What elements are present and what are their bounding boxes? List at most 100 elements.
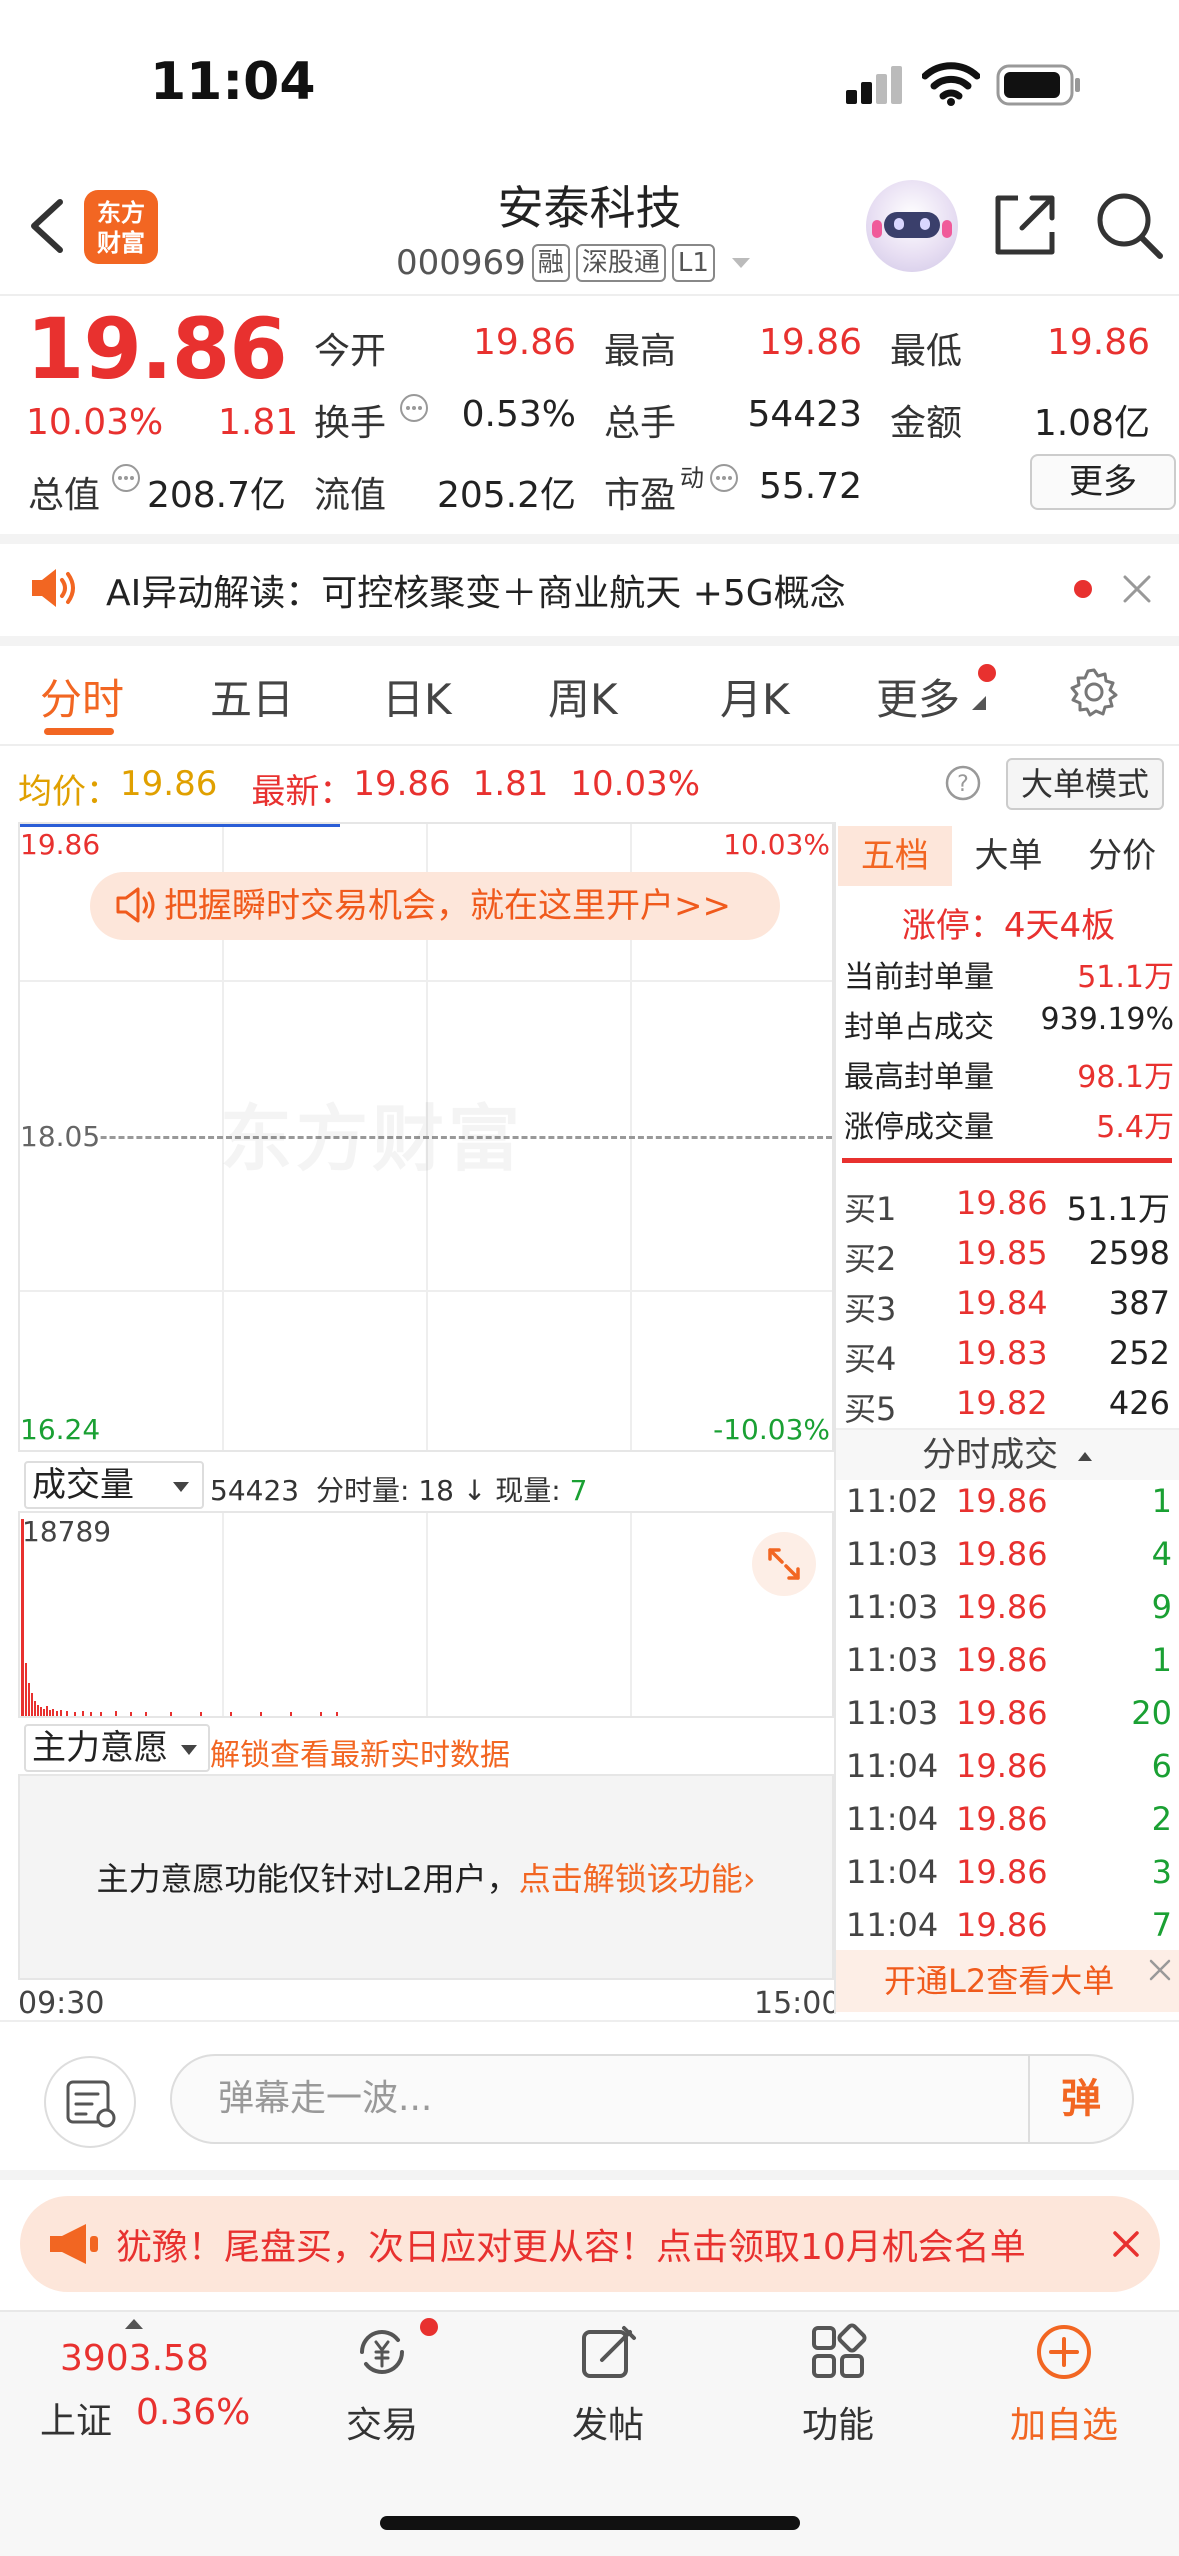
time-axis-end: 15:00 <box>754 1986 841 2021</box>
big-order-mode-button[interactable]: 大单模式 <box>1006 758 1164 810</box>
stock-code-row[interactable]: 000969 融 深股通 L1 <box>396 238 753 288</box>
tab-intraday[interactable]: 分时 <box>40 666 124 727</box>
chart-grid-line <box>20 980 832 982</box>
tab-level5[interactable]: 五档 <box>838 826 952 886</box>
connect-tag: 深股通 <box>575 244 666 282</box>
main-force-lock-panel: 主力意愿功能仅针对L2用户，点击解锁该功能› <box>18 1776 834 1980</box>
indicator-select[interactable]: 成交量 <box>24 1461 204 1509</box>
trade-price: 19.86 <box>956 1535 1048 1573</box>
seal-row: 涨停成交量 5.4万 <box>844 1102 1174 1146</box>
change-percent: 10.03% <box>26 402 164 443</box>
tab-monthly-k[interactable]: 月K <box>720 666 790 727</box>
ob-label: 买4 <box>844 1340 897 1378</box>
latest-value: 19.86 <box>353 764 451 804</box>
section-gap <box>0 2170 1179 2180</box>
robot-assistant-icon[interactable] <box>866 180 958 272</box>
seal-label: 最高封单量 <box>844 1060 994 1095</box>
expand-chart-button[interactable] <box>752 1532 816 1596</box>
help-icon[interactable]: ? <box>944 764 982 802</box>
l2-promo-banner[interactable]: 开通L2查看大单 <box>836 1950 1179 2012</box>
l2-promo-close-icon[interactable] <box>1146 1956 1174 1984</box>
post-icon[interactable] <box>578 2322 638 2382</box>
tab-more[interactable]: 更多 <box>876 666 960 727</box>
home-indicator[interactable] <box>380 2516 800 2530</box>
volume-bars <box>21 1519 338 1716</box>
trade-price: 19.86 <box>956 1853 1048 1891</box>
chart-mid-price: 18.05 <box>20 1120 101 1153</box>
chevron-right-icon: › <box>742 1860 756 1898</box>
dropdown-triangle-icon <box>181 1745 197 1755</box>
volume-header: 成交量 54423 分时量: 18 ↓ 现量: 7 <box>18 1455 834 1513</box>
pe-info-icon[interactable] <box>708 462 740 494</box>
main-force-select[interactable]: 主力意愿 <box>24 1724 210 1772</box>
add-watchlist-icon[interactable] <box>1034 2322 1094 2382</box>
trade-qty: 6 <box>1151 1747 1172 1785</box>
trades-title[interactable]: 分时成交 <box>836 1430 1179 1480</box>
tab-more-dot <box>978 664 996 682</box>
tab-price-dist[interactable]: 分价 <box>1065 826 1179 886</box>
trade-price: 19.86 <box>956 1588 1048 1626</box>
trade-qty: 1 <box>1151 1641 1172 1679</box>
ai-insight-text[interactable]: AI异动解读：可控核聚变＋商业航天 +5G概念 <box>106 564 846 616</box>
ad-banner[interactable]: 犹豫！尾盘买，次日应对更从容！点击领取10月机会名单 <box>20 2196 1160 2292</box>
nav-functions-label[interactable]: 功能 <box>738 2396 938 2448</box>
battery-icon <box>996 64 1080 106</box>
intraday-info-line: 均价： 19.86 最新： 19.86 1.81 10.03% <box>18 764 700 813</box>
functions-grid-icon[interactable] <box>808 2322 868 2382</box>
ob-qty: 2598 <box>1088 1234 1170 1272</box>
cellular-signal-icon <box>846 64 902 104</box>
nav-trade-label[interactable]: 交易 <box>282 2396 482 2448</box>
trade-qty: 4 <box>1151 1535 1172 1573</box>
trade-icon[interactable] <box>350 2322 414 2382</box>
pe-label: 市盈 <box>604 475 677 516</box>
trade-price: 19.86 <box>956 1641 1048 1679</box>
nav-post-label[interactable]: 发帖 <box>508 2396 708 2448</box>
open-account-promo[interactable]: 把握瞬时交易机会，就在这里开户>> <box>90 872 780 940</box>
tab-big-orders[interactable]: 大单 <box>952 826 1066 886</box>
ai-close-icon[interactable] <box>1120 572 1154 606</box>
ob-label: 买3 <box>844 1290 897 1328</box>
index-name[interactable]: 上证 <box>40 2392 112 2444</box>
tab-weekly-k[interactable]: 周K <box>548 666 618 727</box>
more-quote-button[interactable]: 更多 <box>1030 454 1176 510</box>
tab-daily-k[interactable]: 日K <box>382 666 452 727</box>
seal-value: 5.4万 <box>1096 1110 1174 1145</box>
index-pct[interactable]: 0.36% <box>136 2392 250 2433</box>
ai-unread-dot <box>1074 580 1092 598</box>
speaker-icon <box>32 569 75 607</box>
unlock-link[interactable]: 点击解锁该功能 <box>519 1860 743 1898</box>
danmu-toggle-button[interactable]: 弹 <box>1028 2056 1132 2142</box>
current-volume-label: 现量: <box>495 1474 561 1507</box>
nav-add-watchlist-label[interactable]: 加自选 <box>964 2396 1164 2448</box>
seal-label: 封单占成交 <box>844 1010 994 1045</box>
price-line <box>20 824 340 827</box>
ad-close-icon[interactable] <box>1110 2228 1142 2260</box>
search-icon[interactable] <box>1094 190 1164 260</box>
wifi-icon <box>922 62 980 106</box>
seal-row: 封单占成交 939.19% <box>844 1002 1174 1046</box>
main-force-lock-message: 主力意愿功能仅针对L2用户，点击解锁该功能› <box>20 1854 832 1900</box>
total-cap-value: 208.7亿 <box>146 475 286 516</box>
ob-label: 买5 <box>844 1390 897 1428</box>
settings-gear-icon[interactable] <box>1068 666 1120 718</box>
unlock-hint[interactable]: 解锁查看最新实时数据 <box>210 1730 510 1774</box>
turnover-info-icon[interactable] <box>398 392 430 424</box>
index-value[interactable]: 3903.58 <box>60 2338 209 2379</box>
ob-qty: 252 <box>1108 1334 1170 1372</box>
share-icon[interactable] <box>992 192 1058 258</box>
float-cap-label: 流值 <box>314 475 387 516</box>
trade-qty: 3 <box>1151 1853 1172 1891</box>
chart-top-pct: 10.03% <box>723 828 830 861</box>
seal-row: 当前封单量 51.1万 <box>844 952 1174 996</box>
seal-value: 51.1万 <box>1077 960 1174 995</box>
limit-up-streak: 涨停：4天4板 <box>901 906 1116 946</box>
volume-total: 54423 <box>210 1474 300 1507</box>
comment-list-button[interactable] <box>44 2056 136 2148</box>
tab-five-day[interactable]: 五日 <box>210 666 294 727</box>
current-price: 19.86 <box>26 300 288 398</box>
total-cap-info-icon[interactable] <box>110 462 142 494</box>
trade-price: 19.86 <box>956 1482 1048 1520</box>
comment-list-icon <box>66 2080 116 2128</box>
danmu-input[interactable]: 弹幕走一波... 弹 <box>170 2054 1134 2144</box>
volume-chart[interactable]: 18789 <box>18 1513 834 1718</box>
